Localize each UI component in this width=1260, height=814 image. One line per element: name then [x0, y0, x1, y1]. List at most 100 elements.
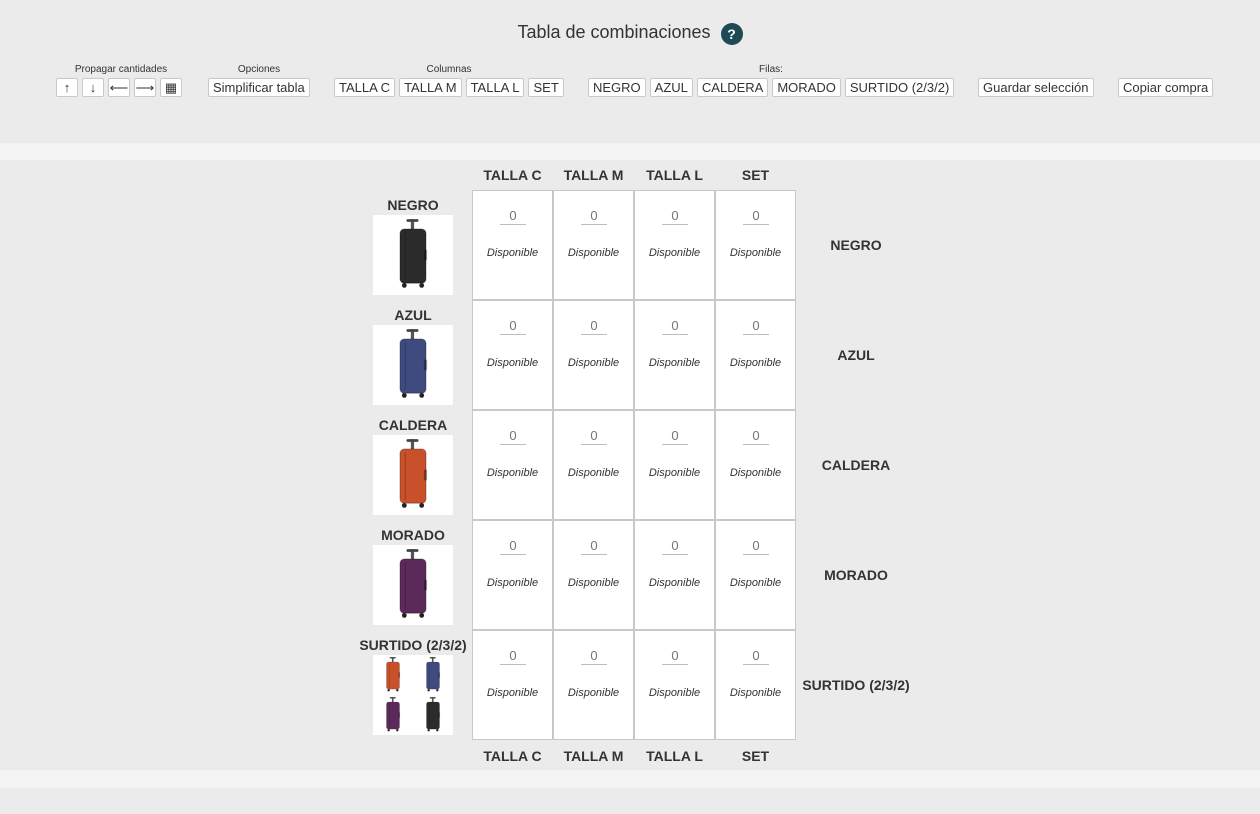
row-label-negro: NEGRO: [387, 197, 439, 213]
quantity-input[interactable]: [662, 537, 688, 555]
arrow-right-button[interactable]: ⟶: [134, 78, 156, 97]
column-footer-set: SET: [741, 748, 770, 764]
row-label-right-caldera: CALDERA: [821, 457, 891, 473]
quantity-input[interactable]: [581, 537, 607, 555]
product-image-morado: [373, 545, 453, 625]
matrix-cell: Disponible: [634, 190, 715, 300]
quantity-input[interactable]: [743, 647, 769, 665]
availability-status: Disponible: [567, 577, 620, 589]
matrix-cell: Disponible: [472, 410, 553, 520]
matrix-cell: Disponible: [634, 630, 715, 740]
grid-icon: ▦: [164, 80, 178, 95]
availability-status: Disponible: [486, 577, 539, 589]
copy-group: Copiar compra: [1118, 64, 1214, 97]
rows-group: Filas: NEGRO AZUL CALDERA MORADO SURTIDO (2/…: [588, 64, 955, 97]
rows-label: Filas:: [759, 64, 783, 75]
row-toggle-morado[interactable]: MORADO: [772, 78, 841, 97]
product-image-negro: [373, 215, 453, 295]
quantity-input[interactable]: [743, 537, 769, 555]
propagate-group: Propagar cantidades ↑ ↓ ⟵ ⟶ ▦: [56, 64, 186, 97]
quantity-input[interactable]: [662, 647, 688, 665]
availability-status: Disponible: [648, 467, 701, 479]
page-title: Tabla de combinaciones: [517, 22, 711, 42]
availability-status: Disponible: [486, 687, 539, 699]
matrix-cell: Disponible: [715, 630, 796, 740]
availability-status: Disponible: [729, 247, 782, 259]
availability-status: Disponible: [729, 687, 782, 699]
column-footer-talla-l: TALLA L: [646, 748, 703, 764]
help-icon[interactable]: ?: [720, 23, 743, 45]
quantity-input[interactable]: [662, 207, 688, 225]
options-label: Opciones: [237, 64, 281, 75]
column-toggle-set[interactable]: SET: [528, 78, 564, 97]
quantity-input[interactable]: [581, 647, 607, 665]
column-footer-talla-m: TALLA M: [563, 748, 624, 764]
column-toggle-talla-c[interactable]: TALLA C: [334, 78, 396, 97]
copy-purchase-button[interactable]: Copiar compra: [1118, 78, 1214, 97]
availability-status: Disponible: [567, 357, 620, 369]
matrix-cell: Disponible: [472, 520, 553, 630]
simplify-table-button[interactable]: Simplificar tabla: [208, 78, 310, 97]
column-toggle-talla-m[interactable]: TALLA M: [399, 78, 462, 97]
matrix-cell: Disponible: [472, 190, 553, 300]
row-toggle-azul[interactable]: AZUL: [649, 78, 693, 97]
quantity-input[interactable]: [500, 317, 526, 335]
product-image-azul: [373, 325, 453, 405]
quantity-input[interactable]: [500, 647, 526, 665]
arrow-up-icon: ↑: [63, 80, 71, 95]
row-label-surtido-2-3-2: SURTIDO (2/3/2): [359, 637, 467, 653]
row-buttons: NEGRO AZUL CALDERA MORADO SURTIDO (2/3/2): [588, 78, 955, 97]
availability-status: Disponible: [567, 247, 620, 259]
arrow-right-icon: ⟶: [135, 80, 155, 95]
arrow-down-button[interactable]: ↓: [82, 78, 104, 97]
column-header-talla-c: TALLA C: [483, 167, 542, 183]
save-selection-button[interactable]: Guardar selección: [978, 78, 1094, 97]
availability-status: Disponible: [648, 357, 701, 369]
row-toggle-surtido-2-3-2[interactable]: SURTIDO (2/3/2): [844, 78, 955, 97]
column-header-talla-m: TALLA M: [563, 167, 624, 183]
matrix-cell: Disponible: [715, 520, 796, 630]
band-top: [0, 143, 1260, 160]
column-footer-talla-c: TALLA C: [483, 748, 542, 764]
propagate-buttons: ↑ ↓ ⟵ ⟶ ▦: [56, 78, 186, 97]
quantity-input[interactable]: [581, 317, 607, 335]
row-toggle-caldera[interactable]: CALDERA: [696, 78, 769, 97]
matrix-cell: Disponible: [553, 410, 634, 520]
quantity-input[interactable]: [581, 207, 607, 225]
availability-status: Disponible: [648, 687, 701, 699]
row-label-morado: MORADO: [381, 527, 445, 543]
product-image-surtido-2-3-2: [373, 655, 453, 735]
column-buttons: TALLA C TALLA M TALLA L SET: [334, 78, 564, 97]
arrow-up-button[interactable]: ↑: [56, 78, 78, 97]
arrow-down-icon: ↓: [89, 80, 97, 95]
availability-status: Disponible: [486, 467, 539, 479]
row-toggle-negro[interactable]: NEGRO: [588, 78, 646, 97]
quantity-input[interactable]: [500, 427, 526, 445]
quantity-input[interactable]: [662, 317, 688, 335]
columns-label: Columnas: [426, 64, 472, 75]
matrix-cell: Disponible: [715, 410, 796, 520]
quantity-input[interactable]: [743, 317, 769, 335]
matrix-cell: Disponible: [472, 300, 553, 410]
quantity-input[interactable]: [500, 207, 526, 225]
quantity-input[interactable]: [662, 427, 688, 445]
title-row: Tabla de combinaciones ?: [0, 20, 1260, 45]
matrix-cell: Disponible: [553, 630, 634, 740]
propagate-label: Propagar cantidades: [74, 64, 168, 75]
quantity-input[interactable]: [500, 537, 526, 555]
column-toggle-talla-l[interactable]: TALLA L: [465, 78, 525, 97]
matrix-cell: Disponible: [634, 300, 715, 410]
arrow-left-button[interactable]: ⟵: [108, 78, 130, 97]
availability-status: Disponible: [486, 357, 539, 369]
matrix-cell: Disponible: [553, 190, 634, 300]
quantity-input[interactable]: [743, 207, 769, 225]
column-header-talla-l: TALLA L: [646, 167, 703, 183]
row-label-azul: AZUL: [394, 307, 432, 323]
availability-status: Disponible: [729, 467, 782, 479]
row-label-right-surtido-2-3-2: SURTIDO (2/3/2): [802, 677, 910, 693]
columns-group: Columnas TALLA C TALLA M TALLA L SET: [334, 64, 564, 97]
column-header-set: SET: [741, 167, 770, 183]
quantity-input[interactable]: [743, 427, 769, 445]
quantity-input[interactable]: [581, 427, 607, 445]
grid-button[interactable]: ▦: [160, 78, 182, 97]
